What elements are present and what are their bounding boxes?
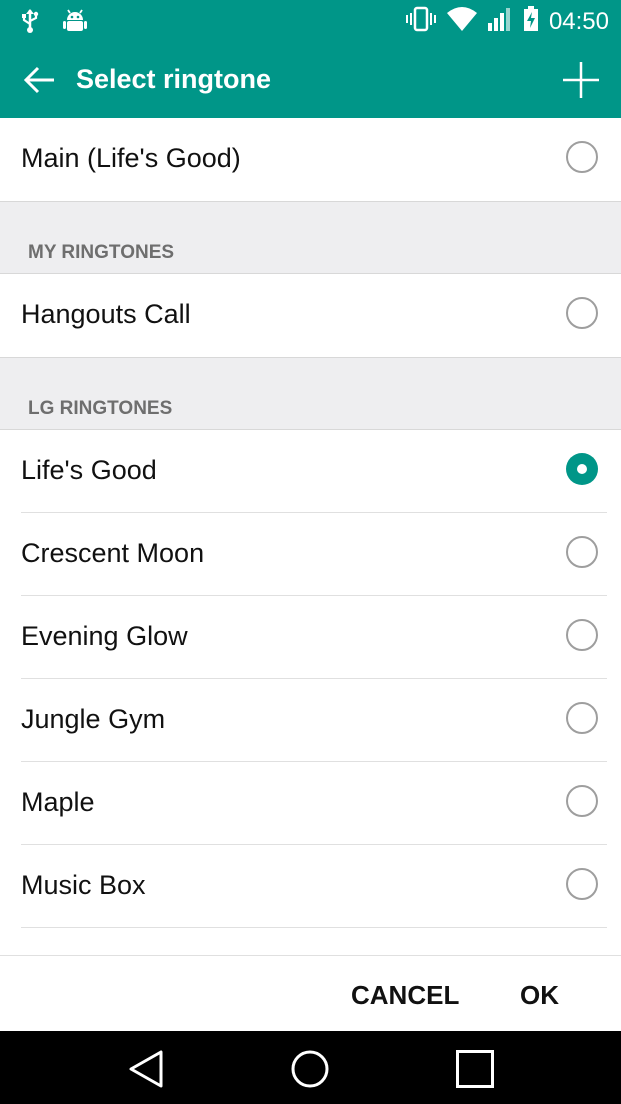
nav-recents-button[interactable] <box>455 1049 495 1089</box>
ringtone-label: Hangouts Call <box>21 299 191 329</box>
nav-back-icon <box>129 1050 163 1088</box>
section-header-lg-ringtones: LG RINGTONES <box>0 357 621 430</box>
radio-button[interactable] <box>566 297 598 329</box>
add-ringtone-button[interactable] <box>561 60 601 100</box>
section-header-my-ringtones: MY RINGTONES <box>0 201 621 274</box>
ringtone-item-evening-glow[interactable]: Evening Glow <box>0 596 621 679</box>
ringtone-label: Jungle Gym <box>21 704 166 734</box>
app-bar: Select ringtone <box>0 42 621 118</box>
divider <box>21 927 607 928</box>
signal-icon <box>487 6 513 37</box>
ringtone-item-maple[interactable]: Maple <box>0 762 621 845</box>
ringtone-item-lifes-good[interactable]: Life's Good <box>0 430 621 513</box>
nav-back-button[interactable] <box>127 1049 167 1089</box>
nav-home-icon <box>291 1050 329 1088</box>
radio-button-selected[interactable] <box>566 453 598 485</box>
cancel-button[interactable]: CANCEL <box>351 980 459 1011</box>
android-debug-icon <box>62 8 88 39</box>
page-title: Select ringtone <box>76 64 272 94</box>
status-time: 04:50 <box>548 7 609 35</box>
radio-button[interactable] <box>566 785 598 817</box>
ringtone-label: Evening Glow <box>21 621 188 651</box>
wifi-icon <box>446 7 477 36</box>
add-icon <box>563 62 599 98</box>
radio-button[interactable] <box>566 141 598 173</box>
ringtone-item-main[interactable]: Main (Life's Good) <box>0 118 621 201</box>
dialog-button-bar: CANCEL OK <box>0 955 621 1031</box>
ringtone-label: Music Box <box>21 870 146 900</box>
ringtone-label: Crescent Moon <box>21 538 205 568</box>
ringtone-item-music-box[interactable]: Music Box <box>0 845 621 928</box>
usb-icon <box>20 8 40 39</box>
back-button[interactable] <box>22 62 58 98</box>
radio-button[interactable] <box>566 619 598 651</box>
ringtone-item-jungle-gym[interactable]: Jungle Gym <box>0 679 621 762</box>
nav-home-button[interactable] <box>290 1049 330 1089</box>
battery-charging-icon <box>523 6 539 37</box>
vibrate-icon <box>405 6 437 37</box>
ok-button[interactable]: OK <box>520 980 559 1011</box>
ringtone-label: Maple <box>21 787 95 817</box>
ringtone-item-crescent-moon[interactable]: Crescent Moon <box>0 513 621 596</box>
radio-button[interactable] <box>566 536 598 568</box>
ringtone-label: Main (Life's Good) <box>21 143 241 173</box>
radio-button[interactable] <box>566 702 598 734</box>
ringtone-item-hangouts-call[interactable]: Hangouts Call <box>0 274 621 357</box>
section-label: MY RINGTONES <box>28 242 175 263</box>
radio-button[interactable] <box>566 868 598 900</box>
section-label: LG RINGTONES <box>28 398 173 419</box>
ringtone-list: Main (Life's Good) MY RINGTONES Hangouts… <box>0 118 621 928</box>
arrow-back-icon <box>23 66 54 94</box>
navigation-bar <box>0 1031 621 1104</box>
status-bar: 04:50 <box>0 0 621 42</box>
nav-recents-icon <box>456 1050 494 1088</box>
ringtone-label: Life's Good <box>21 455 157 485</box>
